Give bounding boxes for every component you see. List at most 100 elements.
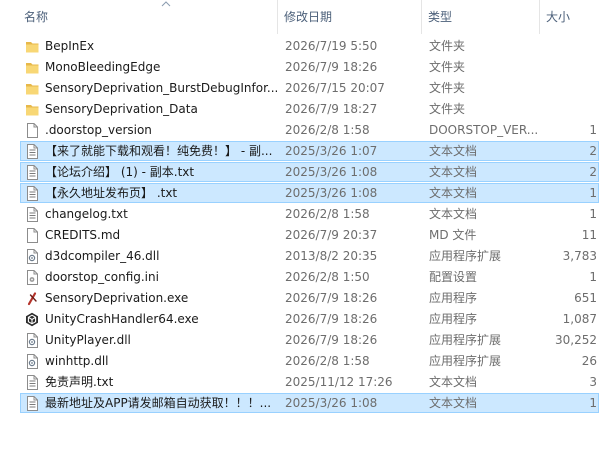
file-modified-date: 2026/7/9 18:27 (285, 102, 378, 116)
file-row[interactable]: 【论坛介绍】 (1) - 副本.txt 2025/3/26 1:08 文本文档 2 (20, 162, 599, 182)
file-name: CREDITS.md (45, 228, 121, 242)
column-header-type[interactable]: 类型 (422, 0, 540, 34)
text-file-icon (27, 207, 38, 222)
blank-file-icon (27, 228, 38, 243)
file-row[interactable]: changelog.txt 2026/2/8 1:58 文本文档 1 (20, 204, 599, 224)
file-size: 651 (574, 291, 597, 305)
text-file-icon (27, 186, 38, 201)
folder-icon (26, 105, 39, 116)
game-exe-icon (27, 292, 38, 306)
file-row[interactable]: SensoryDeprivation_BurstDebugInfor... 202… (20, 78, 599, 98)
file-name: 【永久地址发布页】 .txt (45, 186, 178, 200)
sort-ascending-icon (161, 1, 171, 7)
file-row[interactable]: .doorstop_version 2026/2/8 1:58 DOORSTOP_V… (20, 120, 599, 140)
file-name: doorstop_config.ini (45, 270, 159, 284)
file-name: UnityCrashHandler64.exe (45, 312, 199, 326)
file-row[interactable]: BepInEx 2026/7/19 5:50 文件夹 (20, 36, 599, 56)
file-size: 1 (589, 396, 597, 410)
file-modified-date: 2026/7/9 18:26 (285, 312, 378, 326)
file-size: 26 (581, 354, 597, 368)
column-header-type-label: 类型 (428, 10, 453, 24)
file-name: SensoryDeprivation_BurstDebugInfor... (45, 81, 277, 95)
file-size: 1,087 (562, 312, 597, 326)
file-row[interactable]: 免责声明.txt 2025/11/12 17:26 文本文档 3 (20, 372, 599, 392)
column-header-size-label: 大小 (546, 10, 571, 24)
file-row[interactable]: CREDITS.md 2026/7/9 20:37 MD 文件 11 (20, 225, 599, 245)
column-header-date[interactable]: 修改日期 (278, 0, 422, 34)
file-size (525, 58, 597, 77)
file-row[interactable]: d3dcompiler_46.dll 2013/8/2 20:35 应用程序扩展 3,… (20, 246, 599, 266)
file-size: 2 (589, 144, 597, 158)
file-name: .doorstop_version (45, 123, 152, 137)
file-row[interactable]: 最新地址及APP请发邮箱自动获取！！！... 2025/3/26 1:08 文本文档… (20, 393, 599, 413)
column-header-bar: 名称 修改日期 类型 大小 (0, 0, 601, 34)
file-name: MonoBleedingEdge (45, 60, 161, 74)
file-modified-date: 2026/2/8 1:58 (285, 123, 370, 137)
file-modified-date: 2026/7/9 18:26 (285, 291, 378, 305)
file-name: SensoryDeprivation_Data (45, 102, 198, 116)
file-modified-date: 2025/3/26 1:08 (285, 396, 378, 410)
file-size: 1 (589, 186, 597, 200)
file-modified-date: 2026/2/8 1:50 (285, 270, 370, 284)
file-row[interactable]: 【永久地址发布页】 .txt 2025/3/26 1:08 文本文档 1 (20, 183, 599, 203)
file-modified-date: 2013/8/2 20:35 (285, 249, 378, 263)
text-file-icon (27, 375, 38, 390)
blank-file-icon (27, 123, 38, 138)
text-file-icon (27, 396, 38, 411)
file-name: 免责声明.txt (45, 375, 114, 389)
dll-file-icon (26, 249, 39, 264)
file-size: 2 (589, 165, 597, 179)
file-size: 30,252 (555, 333, 597, 347)
text-file-icon (27, 144, 38, 159)
file-size: 3,783 (562, 249, 597, 263)
file-modified-date: 2025/3/26 1:07 (285, 144, 378, 158)
config-file-icon (27, 270, 38, 285)
unity-exe-icon (25, 312, 39, 327)
file-row[interactable]: winhttp.dll 2026/2/8 1:58 应用程序扩展 26 (20, 351, 599, 371)
column-header-date-label: 修改日期 (284, 10, 333, 24)
file-row[interactable]: UnityCrashHandler64.exe 2026/7/9 18:26 应用程… (20, 309, 599, 329)
file-modified-date: 2026/7/15 20:07 (285, 81, 385, 95)
column-header-size[interactable]: 大小 (540, 0, 601, 34)
file-size: 1 (589, 270, 597, 284)
file-row[interactable]: SensoryDeprivation.exe 2026/7/9 18:26 应用程序… (20, 288, 599, 308)
file-modified-date: 2026/7/9 20:37 (285, 228, 378, 242)
file-name: d3dcompiler_46.dll (45, 249, 160, 263)
folder-icon (26, 42, 39, 53)
file-row[interactable]: UnityPlayer.dll 2026/7/9 18:26 应用程序扩展 30,25… (20, 330, 599, 350)
file-modified-date: 2025/3/26 1:08 (285, 186, 378, 200)
file-row[interactable]: 【来了就能下载和观看！纯免费！】 - 副... 2025/3/26 1:07 文本文… (20, 141, 599, 161)
file-modified-date: 2026/7/9 18:26 (285, 333, 378, 347)
file-name: changelog.txt (45, 207, 128, 221)
file-name: winhttp.dll (45, 354, 109, 368)
file-name: 最新地址及APP请发邮箱自动获取！！！... (45, 396, 272, 410)
file-size (525, 100, 597, 119)
file-size: 3 (589, 375, 597, 389)
file-name: 【来了就能下载和观看！纯免费！】 - 副... (45, 144, 273, 158)
text-file-icon (27, 165, 38, 180)
file-size: 11 (581, 228, 597, 242)
dll-file-icon (26, 333, 39, 348)
file-modified-date: 2025/3/26 1:08 (285, 165, 378, 179)
folder-icon (26, 63, 39, 74)
file-row[interactable]: doorstop_config.ini 2026/2/8 1:50 配置设置 1 (20, 267, 599, 287)
file-modified-date: 2026/7/19 5:50 (285, 39, 378, 53)
file-modified-date: 2026/2/8 1:58 (285, 354, 370, 368)
file-modified-date: 2025/11/12 17:26 (285, 375, 393, 389)
file-name: SensoryDeprivation.exe (45, 291, 189, 305)
file-size (525, 37, 597, 56)
file-size: 1 (589, 123, 597, 137)
dll-file-icon (26, 354, 39, 369)
file-name: 【论坛介绍】 (1) - 副本.txt (45, 165, 195, 179)
file-size: 1 (589, 207, 597, 221)
column-header-name-label: 名称 (24, 10, 49, 24)
file-name: BepInEx (45, 39, 95, 53)
folder-icon (26, 84, 39, 95)
file-modified-date: 2026/7/9 18:26 (285, 60, 378, 74)
file-row[interactable]: SensoryDeprivation_Data 2026/7/9 18:27 文件夹 (20, 99, 599, 119)
file-size (525, 79, 597, 98)
file-name: UnityPlayer.dll (45, 333, 131, 347)
file-modified-date: 2026/2/8 1:58 (285, 207, 370, 221)
column-header-name[interactable]: 名称 (18, 0, 278, 34)
file-row[interactable]: MonoBleedingEdge 2026/7/9 18:26 文件夹 (20, 57, 599, 77)
